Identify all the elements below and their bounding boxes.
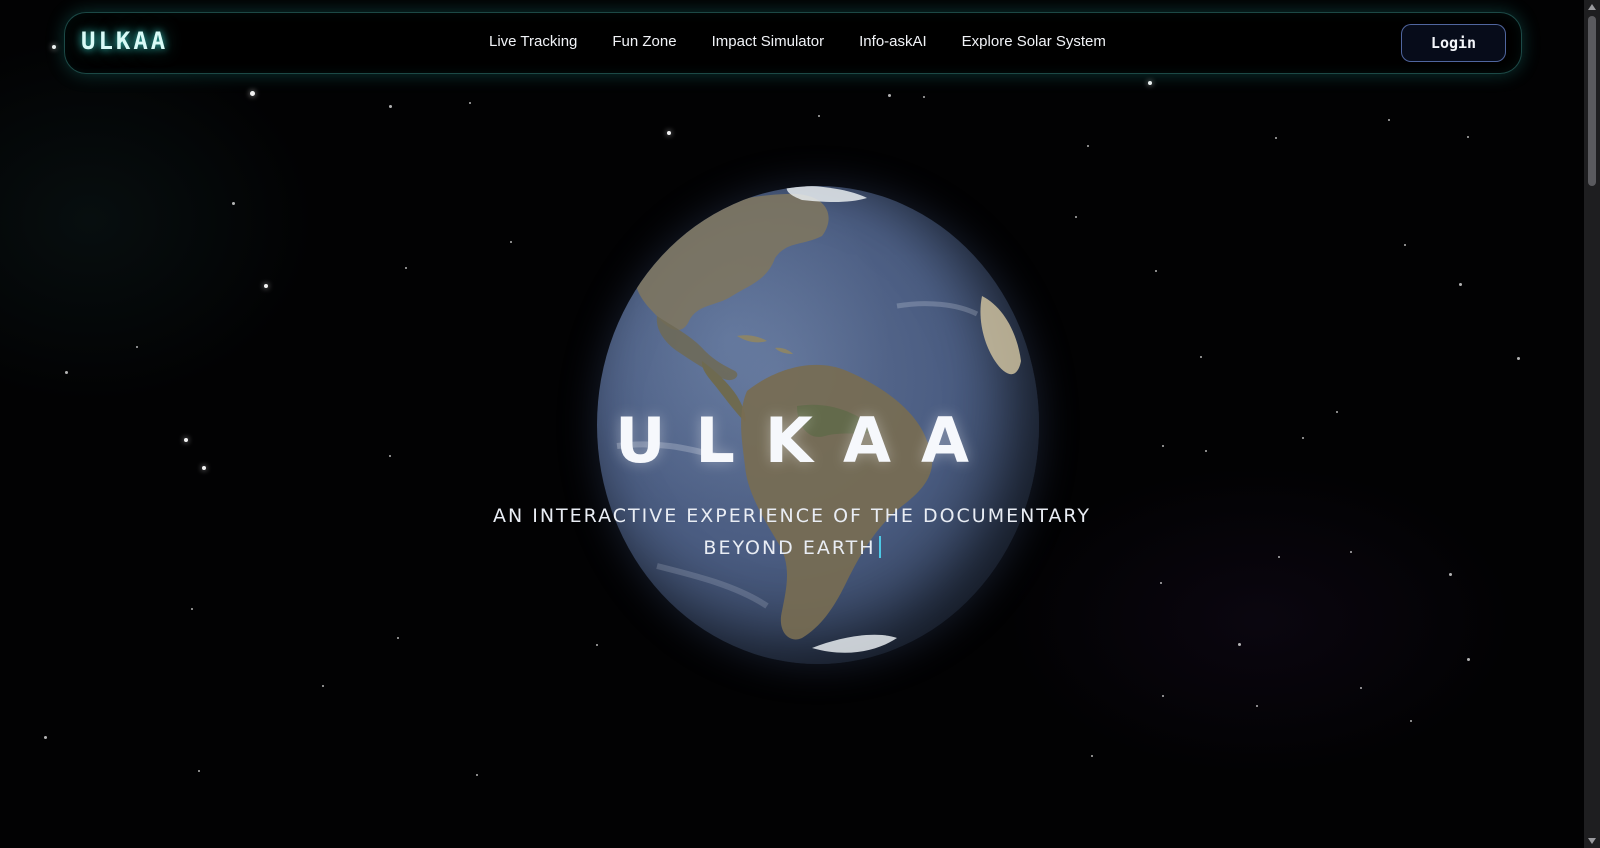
star [1091, 755, 1093, 757]
star [1205, 450, 1207, 452]
star [476, 774, 478, 776]
star [1467, 658, 1470, 661]
star [469, 102, 471, 104]
top-navbar: ULKAA Live Tracking Fun Zone Impact Simu… [64, 12, 1522, 74]
star [184, 438, 188, 442]
star [1200, 356, 1202, 358]
space-background: ULKAA AN INTERACTIVE EXPERIENCE OF THE D… [0, 0, 1584, 848]
star [1155, 270, 1157, 272]
star [389, 105, 392, 108]
brand-logo[interactable]: ULKAA [81, 27, 168, 55]
scroll-up-arrow-icon[interactable] [1588, 4, 1596, 10]
nav-link-impact-simulator[interactable]: Impact Simulator [712, 33, 825, 50]
login-button[interactable]: Login [1401, 24, 1506, 62]
star [923, 96, 925, 98]
star [198, 770, 200, 772]
page-scrollbar[interactable] [1584, 0, 1600, 848]
hero-subtitle: AN INTERACTIVE EXPERIENCE OF THE DOCUMEN… [492, 500, 1092, 564]
star [136, 346, 138, 348]
nav-link-explore-solar-system[interactable]: Explore Solar System [962, 33, 1106, 50]
star [1275, 137, 1277, 139]
hero-title: ULKAA [615, 404, 999, 477]
star [250, 91, 255, 96]
star [667, 131, 671, 135]
star [322, 685, 324, 687]
nav-links: Live Tracking Fun Zone Impact Simulator … [489, 33, 1141, 50]
star [1278, 556, 1280, 558]
star [1360, 687, 1362, 689]
star [1388, 119, 1390, 121]
star [1162, 445, 1164, 447]
star [44, 736, 47, 739]
hero-subtitle-line-2: BEYOND EARTH [492, 532, 1092, 564]
star [1162, 695, 1164, 697]
scroll-down-arrow-icon[interactable] [1588, 838, 1596, 844]
star [1404, 244, 1406, 246]
star [191, 608, 193, 610]
star [1467, 136, 1469, 138]
star [1087, 145, 1089, 147]
star [1075, 216, 1077, 218]
star [389, 455, 391, 457]
scrollbar-thumb[interactable] [1588, 16, 1596, 186]
star [510, 241, 512, 243]
star [1148, 81, 1152, 85]
nav-link-live-tracking[interactable]: Live Tracking [489, 33, 577, 50]
nav-link-fun-zone[interactable]: Fun Zone [612, 33, 676, 50]
star [1517, 357, 1520, 360]
star [1459, 283, 1462, 286]
star [1449, 573, 1452, 576]
star [888, 94, 891, 97]
star [818, 115, 820, 117]
hero-subtitle-line-1: AN INTERACTIVE EXPERIENCE OF THE DOCUMEN… [492, 505, 1092, 527]
typing-cursor [878, 536, 881, 558]
hero-subtitle-line-2-text: BEYOND EARTH [703, 537, 876, 559]
star [1410, 720, 1412, 722]
star [1256, 705, 1258, 707]
star [1302, 437, 1304, 439]
nav-link-info-askai[interactable]: Info-askAI [859, 33, 927, 50]
star [397, 637, 399, 639]
star [596, 644, 598, 646]
star [264, 284, 268, 288]
star [65, 371, 68, 374]
star [202, 466, 206, 470]
star [1238, 643, 1241, 646]
star [1350, 551, 1352, 553]
star [1336, 411, 1338, 413]
star [52, 45, 56, 49]
star [232, 202, 235, 205]
star [405, 267, 407, 269]
star [1160, 582, 1162, 584]
